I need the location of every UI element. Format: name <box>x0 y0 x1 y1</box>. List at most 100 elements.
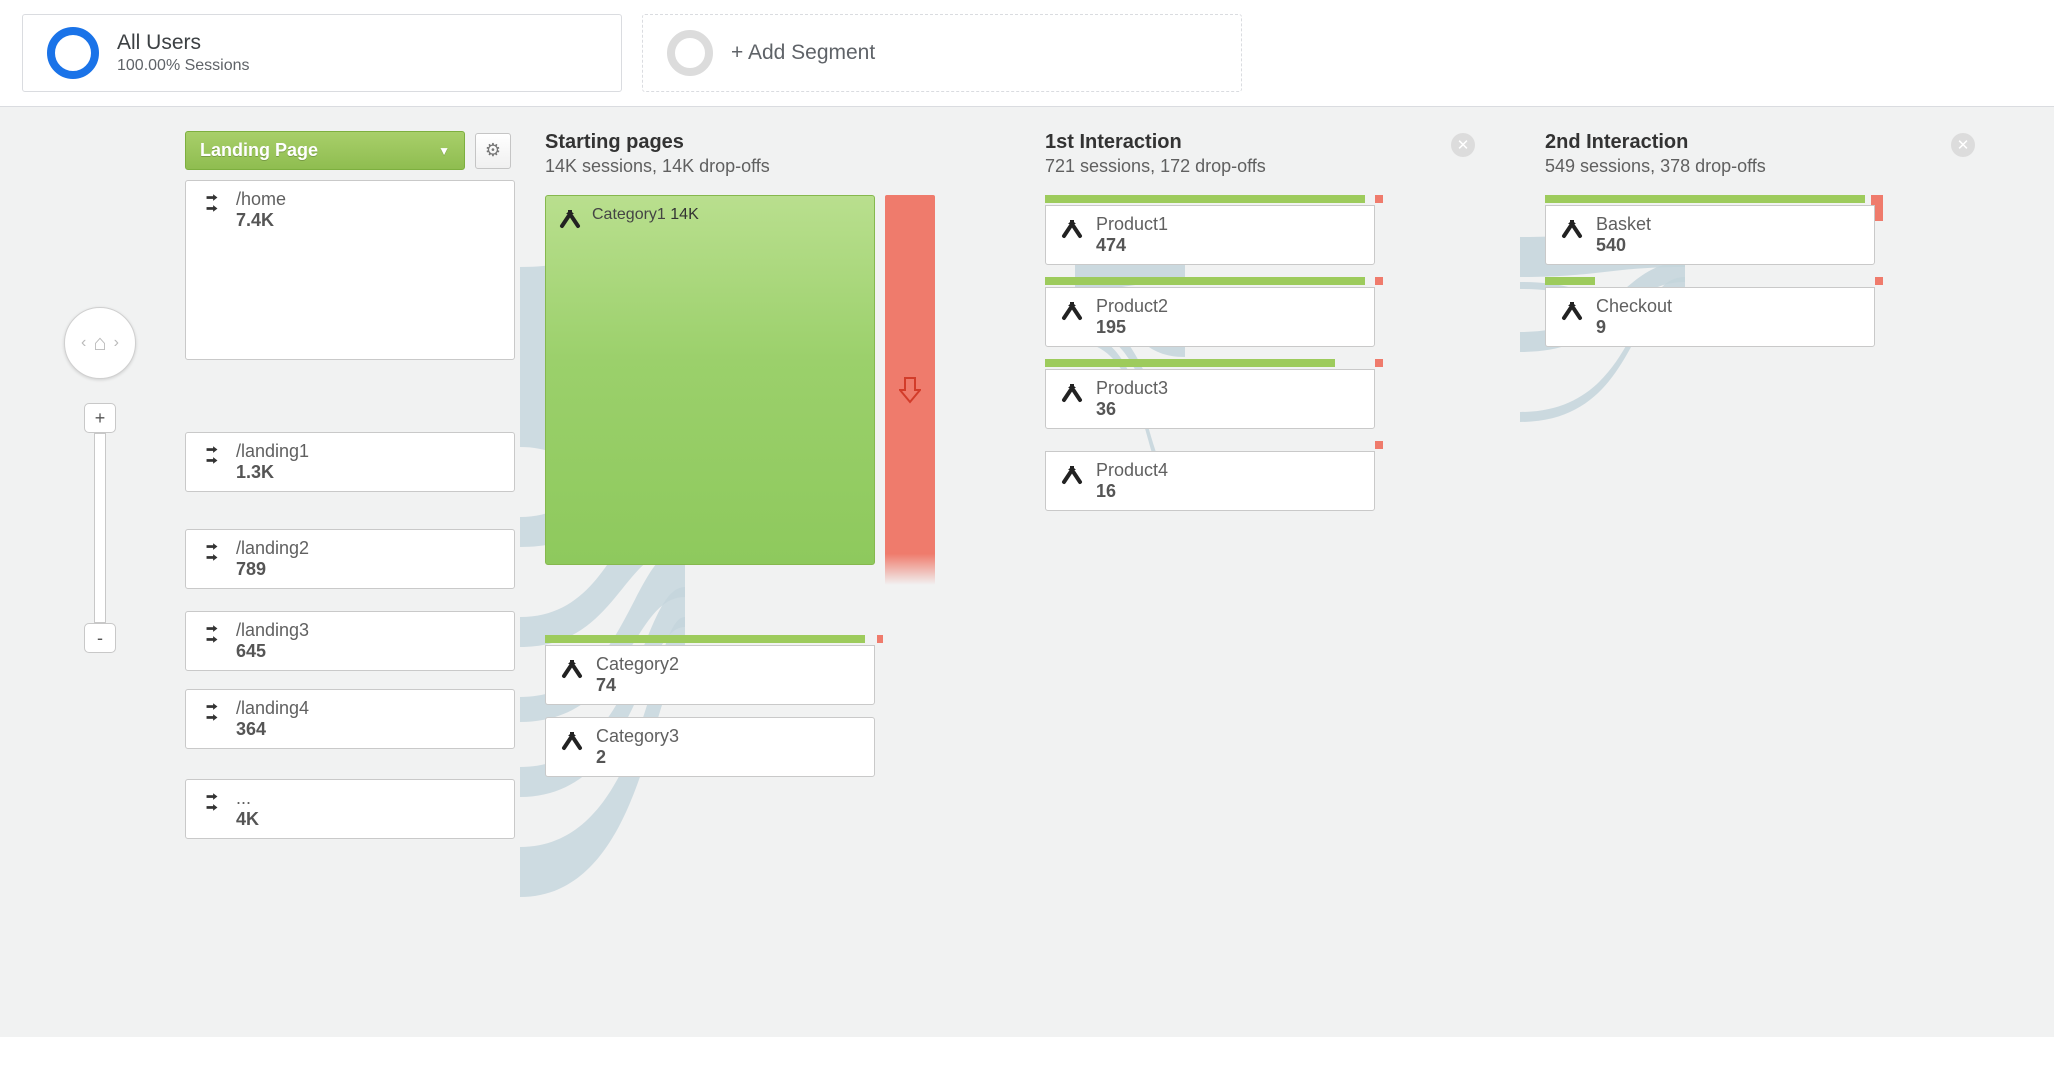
merge-icon <box>1558 214 1586 240</box>
down-arrow-icon <box>899 376 921 404</box>
node-value: 195 <box>1096 317 1168 338</box>
flow-node[interactable]: /landing1 1.3K <box>185 432 515 492</box>
dropoff-bar <box>1375 195 1383 203</box>
node-label: Product3 <box>1096 378 1168 399</box>
node-value: 540 <box>1596 235 1651 256</box>
merge-icon <box>558 206 582 235</box>
node-label: Category2 <box>596 654 679 675</box>
node-value: 14K <box>670 206 698 223</box>
split-icon <box>198 538 226 564</box>
node-label: Category1 <box>592 206 666 223</box>
through-bar <box>1045 195 1365 203</box>
node-label: /home <box>236 189 286 210</box>
dropoff-bar <box>1375 441 1383 449</box>
merge-icon <box>558 654 586 680</box>
node-value: 74 <box>596 675 679 696</box>
flow-column-start: Starting pages 14K sessions, 14K drop-of… <box>545 131 1045 789</box>
node-value: 36 <box>1096 399 1168 420</box>
merge-icon <box>1558 296 1586 322</box>
gear-icon: ⚙ <box>485 140 501 161</box>
dropoff-bar[interactable] <box>885 195 935 585</box>
node-value: 16 <box>1096 481 1168 502</box>
flow-node-big[interactable]: Category1 14K <box>545 195 875 565</box>
split-icon <box>198 441 226 467</box>
node-label: Product4 <box>1096 460 1168 481</box>
flow-node[interactable]: Basket 540 <box>1545 205 1875 265</box>
dropoff-bar <box>1375 359 1383 367</box>
add-segment-label: + Add Segment <box>731 41 875 65</box>
through-bar <box>1545 277 1595 285</box>
close-icon: ✕ <box>1457 136 1470 154</box>
node-label: Basket <box>1596 214 1651 235</box>
flow-column-second: 2nd Interaction 549 sessions, 378 drop-o… <box>1545 131 2045 359</box>
flow-node[interactable]: Product3 36 <box>1045 369 1375 429</box>
flow-node[interactable]: Product1 474 <box>1045 205 1375 265</box>
remove-column-button[interactable]: ✕ <box>1951 133 1975 157</box>
flow-node[interactable]: Product2 195 <box>1045 287 1375 347</box>
flow-node[interactable]: Category2 74 <box>545 645 875 705</box>
node-value: 474 <box>1096 235 1168 256</box>
through-bar <box>1045 277 1365 285</box>
flow-column-first: 1st Interaction 721 sessions, 172 drop-o… <box>1045 131 1545 523</box>
remove-column-button[interactable]: ✕ <box>1451 133 1475 157</box>
dimension-select[interactable]: Landing Page ▼ <box>185 131 465 170</box>
node-value: 1.3K <box>236 462 309 483</box>
close-icon: ✕ <box>1957 136 1970 154</box>
node-label: /landing4 <box>236 698 309 719</box>
column-subtitle: 721 sessions, 172 drop-offs <box>1045 156 1545 177</box>
segment-subtitle: 100.00% Sessions <box>117 57 250 75</box>
node-value: 9 <box>1596 317 1672 338</box>
split-icon <box>198 788 226 814</box>
column-title: Starting pages <box>545 131 1045 154</box>
node-value: 4K <box>236 809 259 830</box>
node-label: Product2 <box>1096 296 1168 317</box>
segment-circle-icon <box>667 30 713 76</box>
merge-icon <box>1058 378 1086 404</box>
node-value: 7.4K <box>236 210 286 231</box>
merge-icon <box>1058 214 1086 240</box>
node-value: 645 <box>236 641 309 662</box>
gear-button[interactable]: ⚙ <box>475 133 511 169</box>
merge-icon <box>558 726 586 752</box>
flow-node[interactable]: Product4 16 <box>1045 451 1375 511</box>
flow-node[interactable]: ... 4K <box>185 779 515 839</box>
node-value: 2 <box>596 747 679 768</box>
node-label: Product1 <box>1096 214 1168 235</box>
flow-node[interactable]: /home 7.4K <box>185 180 515 360</box>
chevron-down-icon: ▼ <box>438 144 450 158</box>
column-subtitle: 549 sessions, 378 drop-offs <box>1545 156 2045 177</box>
node-label: ... <box>236 788 259 809</box>
flow-node[interactable]: Category3 2 <box>545 717 875 777</box>
node-label: Checkout <box>1596 296 1672 317</box>
node-label: /landing1 <box>236 441 309 462</box>
dropoff-bar <box>1375 277 1383 285</box>
segment-circle-icon <box>47 27 99 79</box>
flow-column-landing: Landing Page ▼ ⚙ /home 7.4K /landing1 <box>185 131 545 851</box>
add-segment-button[interactable]: + Add Segment <box>642 14 1242 92</box>
flow-node[interactable]: /landing3 645 <box>185 611 515 671</box>
dimension-label: Landing Page <box>200 140 318 161</box>
flow-canvas: ‹ ⌂ › + - Landing Page ▼ ⚙ <box>0 107 2054 1037</box>
flow-node[interactable]: Checkout 9 <box>1545 287 1875 347</box>
node-label: /landing2 <box>236 538 309 559</box>
column-subtitle: 14K sessions, 14K drop-offs <box>545 156 1045 177</box>
split-icon <box>198 189 226 215</box>
split-icon <box>198 698 226 724</box>
segment-bar: All Users 100.00% Sessions + Add Segment <box>0 0 2054 106</box>
through-bar <box>1045 359 1335 367</box>
node-label: /landing3 <box>236 620 309 641</box>
split-icon <box>198 620 226 646</box>
node-label: Category3 <box>596 726 679 747</box>
flow-node[interactable]: /landing4 364 <box>185 689 515 749</box>
segment-title: All Users <box>117 31 250 55</box>
merge-icon <box>1058 296 1086 322</box>
flow-node[interactable]: /landing2 789 <box>185 529 515 589</box>
dropoff-bar <box>877 635 883 643</box>
merge-icon <box>1058 460 1086 486</box>
dropoff-bar <box>1875 277 1883 285</box>
segment-all-users[interactable]: All Users 100.00% Sessions <box>22 14 622 92</box>
node-value: 364 <box>236 719 309 740</box>
through-bar <box>545 635 865 643</box>
through-bar <box>1545 195 1865 203</box>
node-value: 789 <box>236 559 309 580</box>
